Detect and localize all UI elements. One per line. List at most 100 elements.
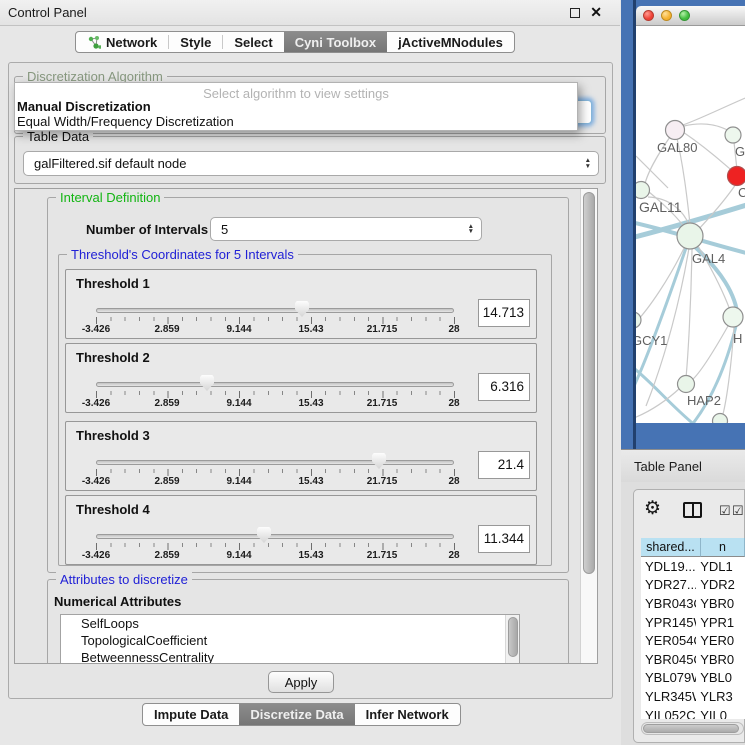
table-data-select[interactable]: galFiltered.sif default node ▲ ▼: [23, 151, 599, 176]
table-row[interactable]: YBR045CYBR0: [641, 650, 745, 669]
tab-style[interactable]: Style: [169, 32, 222, 52]
tick-label: 2.859: [154, 324, 179, 335]
algorithm-option-equal-width[interactable]: Equal Width/Frequency Discretization: [15, 114, 577, 129]
cell: YBR045C: [641, 652, 696, 667]
tab-network[interactable]: Network: [76, 32, 168, 52]
tick-label: -3.426: [82, 550, 110, 561]
scrollbar-thumb[interactable]: [508, 617, 518, 657]
threshold-3-value-field[interactable]: 21.4: [478, 451, 530, 479]
tab-cyni-toolbox[interactable]: Cyni Toolbox: [284, 32, 387, 52]
tick-label: 15.43: [298, 398, 323, 409]
stepper-down-icon: ▼: [585, 164, 591, 169]
tab-style-label: Style: [180, 35, 211, 50]
threshold-1-slider-thumb[interactable]: [295, 301, 309, 317]
node-attribute-table[interactable]: shared... n YDL19...YDL1 YDR27...YDR2 YB…: [641, 538, 745, 719]
tab-impute-data[interactable]: Impute Data: [143, 704, 239, 725]
algorithm-option-manual[interactable]: Manual Discretization: [15, 99, 577, 114]
list-scrollbar[interactable]: [505, 615, 519, 664]
thresholds-group: Threshold's Coordinates for 5 Intervals …: [58, 254, 552, 566]
table-data-group-title: Table Data: [23, 129, 93, 144]
tab-jactivemnodules-label: jActiveMNodules: [398, 35, 503, 50]
number-of-intervals-select[interactable]: 5 ▲ ▼: [210, 217, 482, 241]
tab-jactivemnodules[interactable]: jActiveMNodules: [387, 32, 514, 52]
threshold-4-slider-track[interactable]: [96, 534, 454, 539]
slider-major-ticks: [96, 543, 455, 550]
cell: YDR2: [696, 577, 745, 592]
tick-label: 21.715: [367, 476, 398, 487]
stepper-down-icon: ▼: [468, 229, 474, 234]
column-header-name[interactable]: n: [701, 538, 745, 557]
table-row[interactable]: YBL079WYBL0: [641, 669, 745, 688]
algorithm-dropdown-popup: Select algorithm to view settings Manual…: [14, 82, 578, 131]
close-traffic-light-icon[interactable]: [643, 10, 654, 21]
table-row[interactable]: YIL052CYIL0: [641, 706, 745, 719]
tab-cyni-toolbox-label: Cyni Toolbox: [295, 35, 376, 50]
attributes-group-title: Attributes to discretize: [56, 572, 192, 587]
node-label-gal4: GAL4: [692, 251, 725, 266]
node-gal80[interactable]: [666, 121, 685, 140]
threshold-1-label: Threshold 1: [76, 276, 150, 291]
node-gal4[interactable]: [677, 223, 703, 249]
gear-icon[interactable]: ⚙: [644, 497, 661, 520]
tab-impute-data-label: Impute Data: [154, 707, 228, 722]
node-gal11[interactable]: [636, 182, 650, 199]
tab-discretize-data[interactable]: Discretize Data: [239, 704, 354, 725]
apply-button[interactable]: Apply: [268, 671, 334, 693]
threshold-1-value-field[interactable]: 14.713: [478, 299, 530, 327]
table-horizontal-scrollbar[interactable]: [641, 722, 744, 735]
zoom-traffic-light-icon[interactable]: [679, 10, 690, 21]
threshold-1-box: Threshold 1 -3.426 2.859 9.144 15.43 21.…: [65, 269, 537, 339]
tab-discretize-data-label: Discretize Data: [250, 707, 343, 722]
node-label-gal80: GAL80: [657, 140, 697, 155]
list-item[interactable]: BetweennessCentrality: [61, 650, 519, 664]
scrollbar-thumb[interactable]: [583, 192, 595, 574]
tab-select[interactable]: Select: [223, 32, 283, 52]
threshold-3-slider-thumb[interactable]: [372, 453, 386, 469]
table-row[interactable]: YLR345WYLR3: [641, 687, 745, 706]
threshold-2-slider-thumb[interactable]: [200, 375, 214, 391]
node-hap2[interactable]: [678, 376, 695, 393]
threshold-2-value-field[interactable]: 6.316: [478, 373, 530, 401]
threshold-4-slider-thumb[interactable]: [257, 527, 271, 543]
number-of-intervals-label: Number of Intervals: [86, 222, 208, 237]
tick-label: 9.144: [226, 324, 251, 335]
table-row[interactable]: YDR27...YDR2: [641, 576, 745, 595]
network-icon: [87, 35, 101, 50]
stepper-icon: ▲ ▼: [585, 158, 591, 168]
tick-label: 2.859: [154, 550, 179, 561]
checkbox-icon[interactable]: ☑: [719, 503, 731, 519]
table-row[interactable]: YER054CYER0: [641, 631, 745, 650]
node-gcy1[interactable]: [636, 312, 641, 328]
network-canvas[interactable]: GAL80 GA C GAL11 GAL4 GCY1 H HAP2: [636, 26, 745, 423]
close-icon[interactable]: ✕: [590, 4, 602, 21]
node-bottom-partial[interactable]: [713, 414, 728, 424]
node-red-selected[interactable]: [728, 167, 745, 186]
cell: YDR27...: [641, 577, 696, 592]
tick-label: 2.859: [154, 476, 179, 487]
attributes-group: Attributes to discretize Numerical Attri…: [47, 579, 569, 664]
list-item[interactable]: SelfLoops: [61, 616, 519, 632]
column-header-shared-name[interactable]: shared...: [641, 538, 701, 557]
scrollbar-thumb[interactable]: [643, 724, 739, 733]
table-row[interactable]: YDL19...YDL1: [641, 557, 745, 576]
table-data-group: Table Data galFiltered.sif default node …: [14, 136, 606, 184]
table-row[interactable]: YPR145WYPR1: [641, 613, 745, 632]
tick-label: 21.715: [367, 324, 398, 335]
table-row[interactable]: YBR043CYBR0: [641, 594, 745, 613]
threshold-3-slider-track[interactable]: [96, 460, 454, 465]
node-label-gal11: GAL11: [639, 199, 682, 215]
node-top-right[interactable]: [725, 127, 741, 143]
threshold-2-slider-track[interactable]: [96, 382, 454, 387]
tab-infer-network[interactable]: Infer Network: [355, 704, 460, 725]
threshold-4-value-field[interactable]: 11.344: [478, 525, 530, 553]
float-window-icon[interactable]: [570, 8, 580, 18]
split-columns-icon[interactable]: [683, 502, 702, 518]
list-item[interactable]: TopologicalCoefficient: [61, 633, 519, 649]
tick-label: 28: [448, 324, 459, 335]
threshold-1-slider-track[interactable]: [96, 308, 454, 313]
slider-major-ticks: [96, 391, 455, 398]
checkbox-icon[interactable]: ☑: [732, 503, 744, 519]
node-h[interactable]: [723, 307, 743, 327]
minimize-traffic-light-icon[interactable]: [661, 10, 672, 21]
settings-scrollbar[interactable]: [580, 189, 597, 663]
